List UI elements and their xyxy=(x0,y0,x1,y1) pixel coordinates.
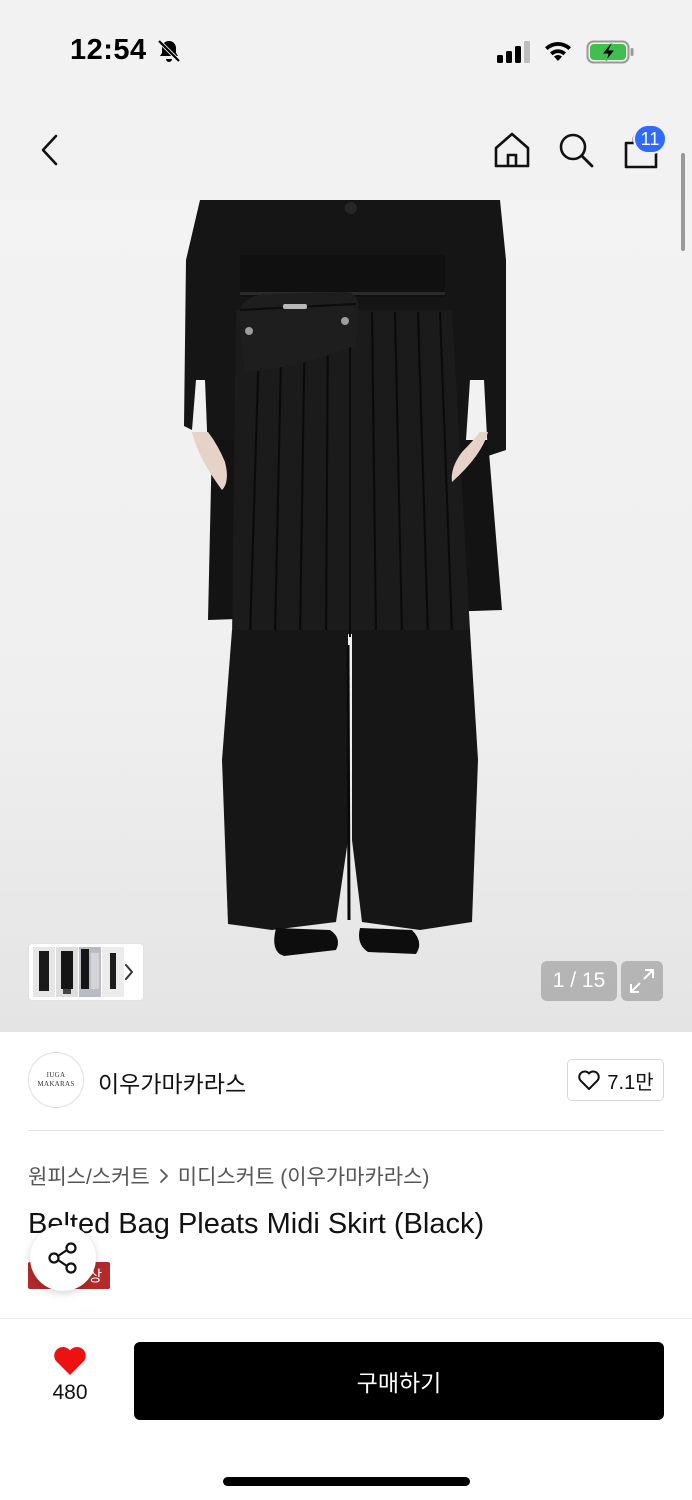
breadcrumb: 원피스/스커트 미디스커트 (이우가마카라스) xyxy=(28,1161,429,1191)
brand-logo-line1: IUGA xyxy=(46,1071,66,1079)
status-time: 12:54 xyxy=(70,34,147,66)
thumbnail-image[interactable] xyxy=(33,947,55,997)
image-page-counter: 1 / 15 xyxy=(541,961,617,1001)
divider xyxy=(28,1130,664,1131)
home-indicator xyxy=(223,1477,470,1486)
page-scrollbar[interactable] xyxy=(681,153,685,251)
expand-icon xyxy=(630,969,654,993)
brand-logo[interactable]: IUGA MAKARAS xyxy=(28,1052,84,1108)
battery-charging-icon xyxy=(586,40,634,64)
brand-like-count: 7.1만 xyxy=(607,1071,654,1094)
search-icon xyxy=(559,133,594,168)
fullscreen-button[interactable] xyxy=(621,961,663,1001)
wishlist-button[interactable]: 480 xyxy=(38,1345,102,1415)
bell-slash-icon xyxy=(157,39,181,63)
buy-button[interactable]: 구매하기 xyxy=(134,1342,664,1420)
wifi-icon xyxy=(545,42,571,61)
product-photo xyxy=(184,200,506,956)
heart-outline-icon xyxy=(578,1070,601,1090)
status-bar: 12:54 xyxy=(0,0,692,100)
brand-name[interactable]: 이우가마카라스 xyxy=(98,1065,246,1099)
chevron-right-icon xyxy=(159,1169,168,1183)
chevron-left-icon xyxy=(41,134,58,166)
thumbnail-image[interactable] xyxy=(56,947,78,997)
brand-like-button[interactable]: 7.1만 xyxy=(567,1059,664,1101)
brand-logo-line2: MAKARAS xyxy=(37,1080,75,1088)
back-button[interactable] xyxy=(28,128,72,172)
heart-filled-icon xyxy=(54,1347,86,1375)
thumbnail-image[interactable] xyxy=(79,947,101,997)
thumbnail-strip[interactable] xyxy=(28,943,144,1001)
breadcrumb-category[interactable]: 원피스/스커트 xyxy=(28,1161,150,1191)
search-button[interactable] xyxy=(554,128,598,172)
home-icon xyxy=(494,132,530,168)
product-image-gallery[interactable] xyxy=(0,200,692,1032)
home-button[interactable] xyxy=(490,128,534,172)
chevron-right-icon xyxy=(125,964,133,980)
thumbnail-image[interactable] xyxy=(102,947,124,997)
top-navigation xyxy=(0,100,692,200)
cart-count-badge: 11 xyxy=(633,124,667,154)
share-icon xyxy=(48,1242,77,1274)
bottom-action-bar: 480 구매하기 xyxy=(0,1318,692,1500)
product-title: Belted Bag Pleats Midi Skirt (Black) xyxy=(28,1208,485,1240)
breadcrumb-subcategory[interactable]: 미디스커트 (이우가마카라스) xyxy=(178,1161,430,1191)
brand-row: IUGA MAKARAS 이우가마카라스 7.1만 xyxy=(28,1052,664,1110)
wishlist-count: 480 xyxy=(52,1381,88,1404)
signal-icon xyxy=(497,41,530,63)
share-button[interactable] xyxy=(30,1225,96,1291)
